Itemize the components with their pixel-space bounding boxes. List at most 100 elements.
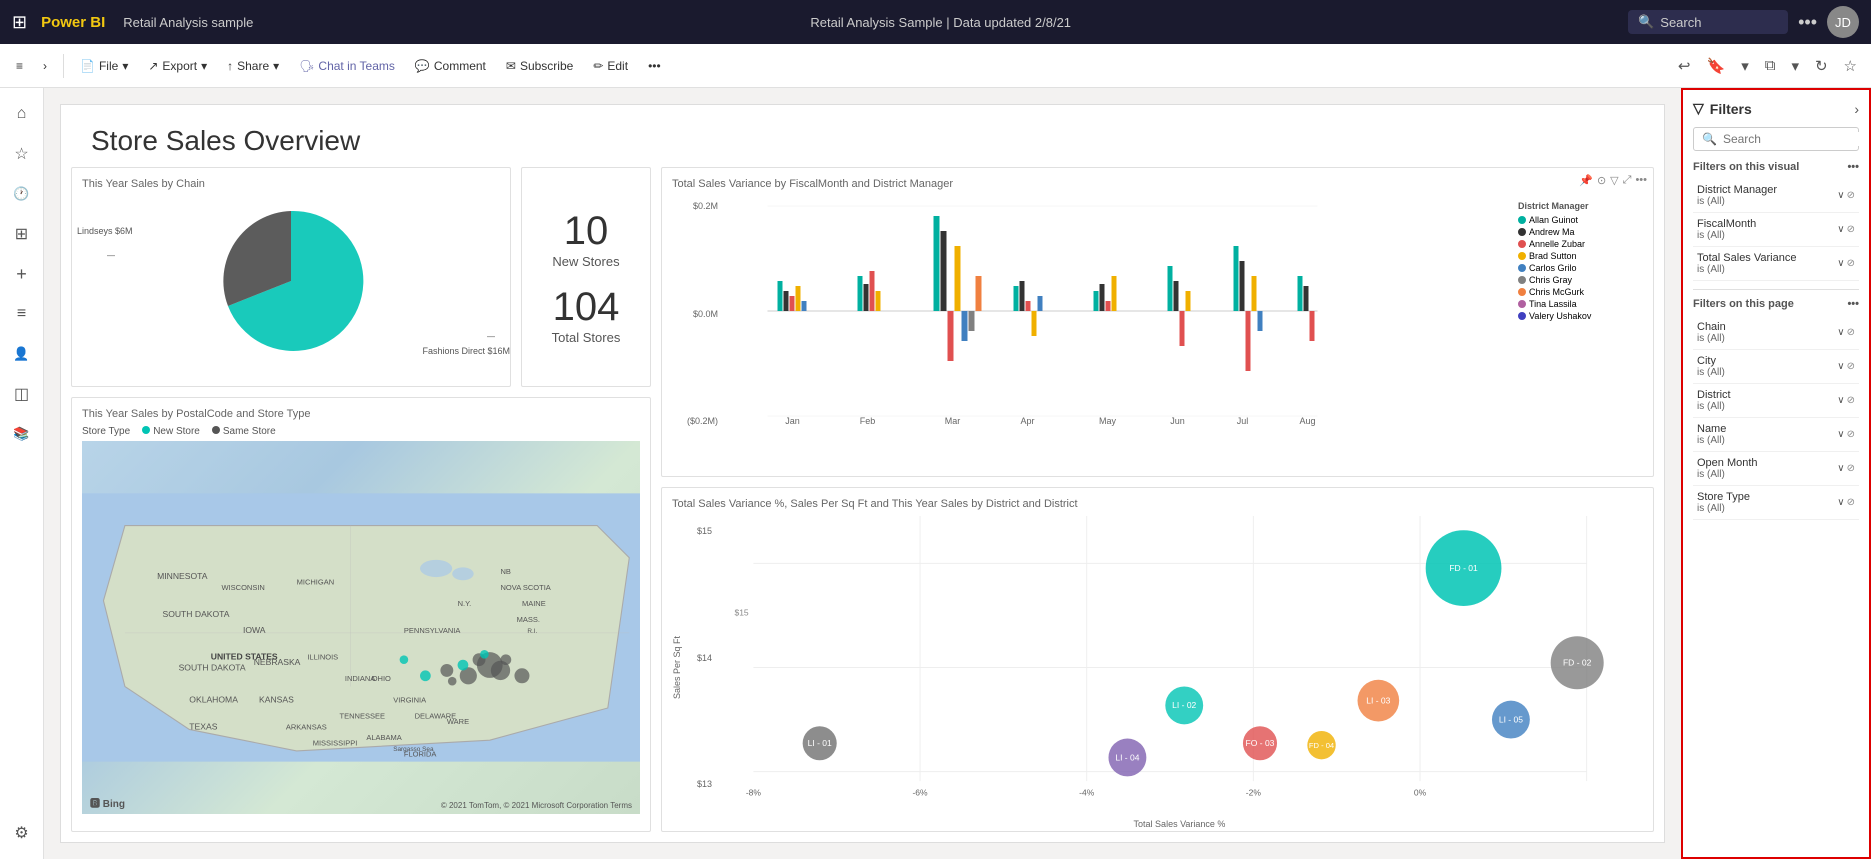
filter-st-chevron[interactable]: ∨ <box>1837 497 1844 508</box>
global-search-box[interactable]: 🔍 Search <box>1628 10 1788 34</box>
map-footer: © 2021 TomTom, © 2021 Microsoft Corporat… <box>441 801 632 810</box>
svg-text:FO - 03: FO - 03 <box>1246 738 1275 748</box>
sidebar-dataflow-icon[interactable]: ≡ <box>4 296 40 332</box>
sidebar-create-icon[interactable]: + <box>4 256 40 292</box>
svg-text:$15: $15 <box>734 607 748 617</box>
filter-dm-clear[interactable]: ⊘ <box>1847 190 1855 201</box>
filter-om-actions: ∨ ⊘ <box>1837 463 1855 474</box>
filter-dm-actions: ∨ ⊘ <box>1837 190 1855 201</box>
sidebar-learn-icon[interactable]: 📚 <box>4 416 40 452</box>
more-ribbon-button[interactable]: ••• <box>640 55 669 77</box>
svg-text:SOUTH DAKOTA: SOUTH DAKOTA <box>179 662 246 672</box>
filter-store-type[interactable]: Store Type is (All) ∨ ⊘ <box>1693 486 1859 520</box>
sidebar-settings-icon[interactable]: ⚙ <box>4 815 40 851</box>
filters-page-more[interactable]: ••• <box>1847 298 1859 310</box>
filter-dm-chevron[interactable]: ∨ <box>1837 190 1844 201</box>
view-toggle-button[interactable]: ▾ <box>1735 53 1755 79</box>
filter-chain-actions: ∨ ⊘ <box>1837 327 1855 338</box>
ribbon: ≡ › 📄 File ▾ ↗ Export ▾ ↑ Share ▾ 🗣 Chat… <box>0 44 1871 88</box>
canvas-area: Store Sales Overview This Year Sales by … <box>44 88 1681 859</box>
filter-city[interactable]: City is (All) ∨ ⊘ <box>1693 350 1859 384</box>
favorite-button[interactable]: ☆ <box>1838 53 1863 79</box>
filters-panel: ▽ Filters › 🔍 Filters on this visual •••… <box>1681 88 1871 859</box>
hamburger-button[interactable]: ≡ <box>8 55 31 77</box>
svg-text:Jan: Jan <box>785 416 800 426</box>
y-label-mid: $0.0M <box>693 309 718 319</box>
sidebar-metrics-icon[interactable]: ◫ <box>4 376 40 412</box>
map-visual[interactable]: This Year Sales by PostalCode and Store … <box>71 397 651 832</box>
comment-button[interactable]: 💬 Comment <box>407 55 494 77</box>
filter-icon-toolbar[interactable]: ▽ <box>1610 174 1618 187</box>
filter-tsv-chevron[interactable]: ∨ <box>1837 258 1844 269</box>
filter-name-chevron[interactable]: ∨ <box>1837 429 1844 440</box>
bar-chart-visual[interactable]: 📌 ⊙ ▽ ⤢ ••• Total Sales Variance by Fisc… <box>661 167 1654 477</box>
svg-text:SOUTH DAKOTA: SOUTH DAKOTA <box>162 609 229 619</box>
filter-fm-chevron[interactable]: ∨ <box>1837 224 1844 235</box>
filter-st-clear[interactable]: ⊘ <box>1847 497 1855 508</box>
main-area: ⌂ ☆ 🕐 ⊞ + ≡ 👤 ◫ 📚 ⚙ Store Sales Overview <box>0 88 1871 859</box>
filter-om-clear[interactable]: ⊘ <box>1847 463 1855 474</box>
file-button[interactable]: 📄 File ▾ <box>72 55 136 77</box>
filter-name-clear[interactable]: ⊘ <box>1847 429 1855 440</box>
share-button[interactable]: ↑ Share ▾ <box>219 55 287 77</box>
filter-fiscal-month[interactable]: FiscalMonth is (All) ∨ ⊘ <box>1693 213 1859 247</box>
pie-chart-svg <box>211 201 371 361</box>
filter-name[interactable]: Name is (All) ∨ ⊘ <box>1693 418 1859 452</box>
sidebar-favorites-icon[interactable]: ☆ <box>4 136 40 172</box>
svg-text:NB: NB <box>501 567 511 576</box>
scatter-chart-visual[interactable]: Total Sales Variance %, Sales Per Sq Ft … <box>661 487 1654 832</box>
new-stores-label: New Stores <box>552 254 619 269</box>
filter-fm-clear[interactable]: ⊘ <box>1847 224 1855 235</box>
legend-allan: Allan Guinot <box>1529 215 1578 225</box>
filter-district-info: District is (All) <box>1697 389 1731 412</box>
svg-text:LI - 02: LI - 02 <box>1172 700 1196 710</box>
bookmark-button[interactable]: 🔖 <box>1701 53 1732 79</box>
filter-district-clear[interactable]: ⊘ <box>1847 395 1855 406</box>
refresh-button[interactable]: ↻ <box>1809 53 1834 79</box>
chat-in-teams-button[interactable]: 🗣 Chat in Teams <box>291 55 403 77</box>
export-button[interactable]: ↗ Export ▾ <box>140 55 215 77</box>
filter-district[interactable]: District is (All) ∨ ⊘ <box>1693 384 1859 418</box>
expand-button[interactable]: › <box>35 55 55 77</box>
edit-button[interactable]: ✏ Edit <box>585 55 636 77</box>
comment-icon: 💬 <box>415 59 430 73</box>
undo-button[interactable]: ↩ <box>1672 53 1697 79</box>
sidebar-people-icon[interactable]: 👤 <box>4 336 40 372</box>
filters-visual-more[interactable]: ••• <box>1847 161 1859 173</box>
filters-title: ▽ Filters <box>1693 100 1752 117</box>
filter-chain-clear[interactable]: ⊘ <box>1847 327 1855 338</box>
filter-city-clear[interactable]: ⊘ <box>1847 361 1855 372</box>
user-avatar[interactable]: JD <box>1827 6 1859 38</box>
filter-total-sales-variance[interactable]: Total Sales Variance is (All) ∨ ⊘ <box>1693 247 1859 281</box>
kpi-visual[interactable]: 10 New Stores 104 Total Stores <box>521 167 651 387</box>
legend-chris-g: Chris Gray <box>1529 275 1572 285</box>
waffle-icon[interactable]: ⊞ <box>12 12 27 33</box>
pie-chart-visual[interactable]: This Year Sales by Chain Lindseys $6M Fa… <box>71 167 511 387</box>
filter-tsv-clear[interactable]: ⊘ <box>1847 258 1855 269</box>
filter-open-month[interactable]: Open Month is (All) ∨ ⊘ <box>1693 452 1859 486</box>
legend-tina: Tina Lassila <box>1529 299 1577 309</box>
filter-om-chevron[interactable]: ∨ <box>1837 463 1844 474</box>
focus-icon[interactable]: ⊙ <box>1597 174 1606 187</box>
filter-search-box[interactable]: 🔍 <box>1693 127 1859 151</box>
fit-button[interactable]: ⧉ <box>1759 53 1782 78</box>
view-toggle-2-button[interactable]: ▾ <box>1785 53 1805 79</box>
more-icon-toolbar[interactable]: ••• <box>1635 174 1647 187</box>
svg-text:Aug: Aug <box>1299 416 1315 426</box>
sidebar-apps-icon[interactable]: ⊞ <box>4 216 40 252</box>
filter-chain-chevron[interactable]: ∨ <box>1837 327 1844 338</box>
sidebar-recent-icon[interactable]: 🕐 <box>4 176 40 212</box>
filter-city-chevron[interactable]: ∨ <box>1837 361 1844 372</box>
expand-icon[interactable]: ⤢ <box>1623 174 1632 187</box>
filter-district-chevron[interactable]: ∨ <box>1837 395 1844 406</box>
svg-text:-2%: -2% <box>1246 787 1262 797</box>
filters-close-button[interactable]: › <box>1854 101 1859 117</box>
more-options-button[interactable]: ••• <box>1798 12 1817 33</box>
filter-search-input[interactable] <box>1723 132 1871 146</box>
pin-icon[interactable]: 📌 <box>1579 174 1593 187</box>
subscribe-button[interactable]: ✉ Subscribe <box>498 55 581 77</box>
sidebar-home-icon[interactable]: ⌂ <box>4 96 40 132</box>
report-name: Retail Analysis sample <box>123 15 253 30</box>
filter-district-manager[interactable]: District Manager is (All) ∨ ⊘ <box>1693 179 1859 213</box>
filter-chain[interactable]: Chain is (All) ∨ ⊘ <box>1693 316 1859 350</box>
